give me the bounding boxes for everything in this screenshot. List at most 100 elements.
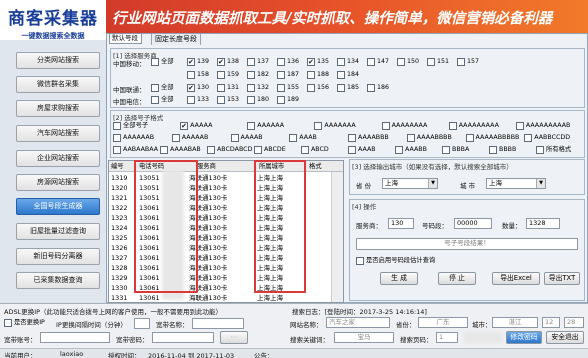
format-checkbox[interactable]: ABCD [301, 145, 329, 155]
sidebar-item-9[interactable]: 新旧号码分离器 [16, 248, 100, 265]
segment-estimate-checkbox[interactable]: 是否启用号码段估计查询 [356, 256, 435, 266]
format-checkbox[interactable]: AAAAAAAAAB [515, 121, 570, 131]
carrier-number-checkbox[interactable]: 135 [307, 57, 329, 67]
carrier-number-checkbox[interactable]: 186 [367, 83, 389, 93]
format-checkbox[interactable]: AAAABAB [160, 145, 201, 155]
carrier-number-checkbox[interactable]: 189 [277, 95, 299, 105]
format-checkbox[interactable]: AAAAAA [247, 121, 284, 131]
tab-fixed-length[interactable]: 固定长度号段 [151, 33, 201, 45]
carrier-number-checkbox[interactable]: 157 [457, 57, 479, 67]
city-select[interactable]: 上海 ▼ [486, 178, 546, 189]
checkbox-box [356, 257, 364, 265]
sidebar-item-5[interactable]: 企业网站搜索 [16, 150, 100, 167]
format-checkbox[interactable]: AAAB [289, 133, 317, 143]
checkbox-box [489, 146, 497, 154]
format-checkbox[interactable]: ABCDABCD [207, 145, 252, 155]
carrier-number-checkbox[interactable]: 153 [217, 95, 239, 105]
sidebar-item-8[interactable]: 旧屋批量过滤查询 [16, 223, 100, 240]
carrier-number-checkbox[interactable]: 156 [307, 83, 329, 93]
carrier-all-checkbox[interactable]: 全部 [151, 95, 174, 105]
carrier-number-checkbox[interactable]: 132 [247, 83, 269, 93]
carrier-number-checkbox[interactable]: 150 [397, 57, 419, 67]
carrier-number-checkbox[interactable]: 137 [247, 57, 269, 67]
format-checkbox[interactable]: AAAAAAB [113, 133, 154, 143]
carrier-number-checkbox[interactable]: 182 [247, 70, 269, 80]
format-checkbox[interactable]: AAAB [348, 145, 376, 155]
format-checkbox[interactable]: AAAAAAA [314, 121, 356, 131]
result-field[interactable]: 号子号段结果！ [356, 238, 578, 250]
format-checkbox[interactable]: 全部号子 [113, 121, 148, 131]
checkbox-label: 156 [317, 84, 330, 91]
carrier-number-checkbox[interactable]: 185 [337, 83, 359, 93]
carrier-number-checkbox[interactable]: 139 [187, 57, 209, 67]
dial-button[interactable]: ⋯ [220, 331, 248, 344]
format-checkbox[interactable]: AAAAA [180, 121, 212, 131]
broadband-pwd-input[interactable] [152, 332, 214, 343]
province-select[interactable]: 上海 ▼ [382, 178, 438, 189]
sidebar-item-10[interactable]: 已采集数据查询 [16, 272, 100, 289]
interval-input[interactable] [134, 318, 150, 329]
pages-input[interactable]: 28 [564, 317, 584, 328]
change-password-button[interactable]: 修改密码 [506, 331, 542, 344]
auth-value: 2016-11-04 到 2017-11-03 [148, 352, 235, 358]
carrier-number-checkbox[interactable]: 180 [247, 95, 269, 105]
sidebar-item-3[interactable]: 房屋求购搜索 [16, 100, 100, 117]
sidebar-item-7[interactable]: 全国号段生成器 [16, 198, 100, 215]
generate-button[interactable]: 生 成 [380, 272, 418, 285]
format-checkbox[interactable]: 所有格式 [536, 145, 571, 155]
logout-button[interactable]: 安全退出 [546, 331, 584, 344]
search-page-input[interactable]: 1 [436, 332, 458, 343]
table-scrollbar[interactable] [331, 172, 343, 302]
format-checkbox[interactable]: ABCDE [254, 145, 286, 155]
export-excel-button[interactable]: 导出Excel [492, 272, 540, 285]
format-checkbox[interactable]: BBBA [442, 145, 469, 155]
carrier-number-checkbox[interactable]: 151 [427, 57, 449, 67]
format-checkbox[interactable]: AAAABBB [348, 133, 389, 143]
carrier-number-checkbox[interactable]: 133 [187, 95, 209, 105]
carrier-number-checkbox[interactable]: 131 [217, 83, 239, 93]
export-txt-button[interactable]: 导出TXT [544, 272, 580, 285]
format-checkbox[interactable]: AAAAAAAAA [448, 121, 499, 131]
carrier-number-checkbox[interactable]: 188 [307, 70, 329, 80]
format-checkbox[interactable]: AABAABAA [113, 145, 158, 155]
search-key-input[interactable]: 宝马 [334, 332, 394, 343]
site-input[interactable]: 汽车之家 [326, 317, 390, 328]
stop-button[interactable]: 停 止 [438, 272, 476, 285]
tab-default-segment[interactable]: 默认号段 [109, 33, 142, 44]
table-row[interactable]: 1331 13061 海联通130卡 上海上海 [109, 293, 343, 302]
carrier-all-checkbox[interactable]: 全部 [151, 57, 174, 67]
format-checkbox[interactable]: AAABB [395, 145, 427, 155]
quantity-input[interactable]: 1328 [526, 218, 560, 229]
carrier-number-checkbox[interactable]: 159 [217, 70, 239, 80]
carrier-number-checkbox[interactable]: 138 [217, 57, 239, 67]
carrier-number-checkbox[interactable]: 184 [337, 70, 359, 80]
num-input[interactable]: 12 [542, 317, 560, 328]
bottom-province-input[interactable]: 广东 [418, 317, 468, 328]
broadband-account-input[interactable] [40, 332, 110, 343]
format-checkbox[interactable]: AABBCCDD [524, 133, 570, 143]
format-checkbox[interactable]: AAAAB [230, 133, 263, 143]
carrier-number-checkbox[interactable]: 130 [187, 83, 209, 93]
sidebar-item-1[interactable]: 分类网站搜索 [16, 52, 100, 69]
checkbox-label: AAAB [358, 146, 376, 153]
carrier-number-checkbox[interactable]: 158 [187, 70, 209, 80]
change-ip-checkbox[interactable]: 是否更换IP [4, 318, 45, 328]
format-checkbox[interactable]: AAAAAB [171, 133, 208, 143]
sidebar-item-4[interactable]: 汽车网站搜索 [16, 125, 100, 142]
segment-input[interactable]: 00000 [454, 218, 492, 229]
carrier-number-checkbox[interactable]: 155 [277, 83, 299, 93]
carrier-number-checkbox[interactable]: 187 [277, 70, 299, 80]
sidebar-item-6[interactable]: 房源网站搜索 [16, 174, 100, 191]
bottom-city-input[interactable]: 湛江 [492, 317, 538, 328]
format-checkbox[interactable]: AAAAABBBBB [465, 133, 519, 143]
carrier-number-checkbox[interactable]: 134 [337, 57, 359, 67]
broadband-name-input[interactable] [192, 318, 244, 329]
carrier-all-checkbox[interactable]: 全部 [151, 83, 174, 93]
sidebar-item-2[interactable]: 微信群名采集 [16, 76, 100, 93]
service-input[interactable]: 130 [388, 218, 414, 229]
format-checkbox[interactable]: BBBB [489, 145, 516, 155]
carrier-number-checkbox[interactable]: 136 [277, 57, 299, 67]
format-checkbox[interactable]: AAAABBBB [406, 133, 452, 143]
format-checkbox[interactable]: AAAAAAAA [381, 121, 427, 131]
carrier-number-checkbox[interactable]: 147 [367, 57, 389, 67]
